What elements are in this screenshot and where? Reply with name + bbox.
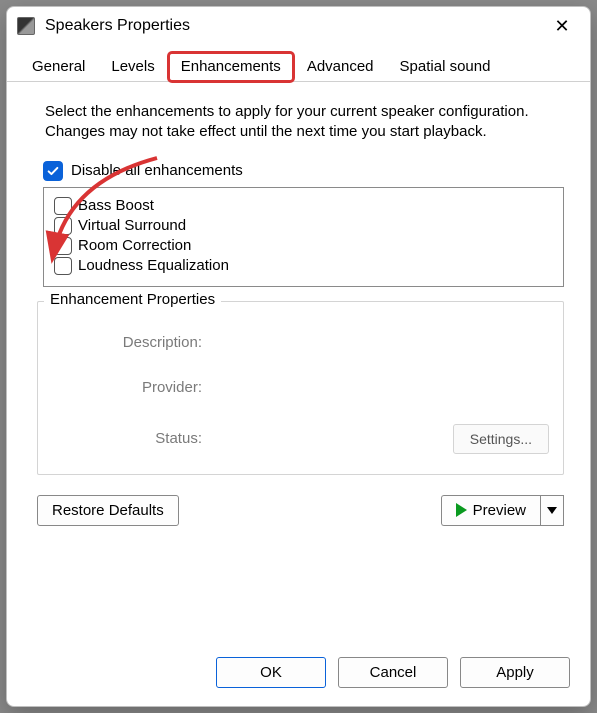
tab-levels[interactable]: Levels (98, 52, 167, 82)
restore-defaults-button[interactable]: Restore Defaults (37, 495, 179, 526)
enhancement-checkbox[interactable] (54, 257, 72, 275)
preview-dropdown-button[interactable] (540, 495, 564, 526)
enhancement-label: Loudness Equalization (78, 257, 229, 274)
speaker-icon (17, 17, 35, 35)
enhancements-list: Bass Boost Virtual Surround Room Correct… (43, 187, 564, 287)
tab-content: Select the enhancements to apply for you… (7, 82, 590, 640)
list-item[interactable]: Virtual Surround (54, 216, 553, 236)
apply-button[interactable]: Apply (460, 657, 570, 688)
property-status-row: Status: Settings... (88, 424, 549, 454)
tab-spatial-sound[interactable]: Spatial sound (387, 52, 504, 82)
play-icon (456, 503, 467, 517)
property-description-row: Description: (88, 334, 549, 351)
checkmark-icon (46, 164, 60, 178)
enhancement-label: Virtual Surround (78, 217, 186, 234)
window-title: Speakers Properties (45, 17, 540, 35)
list-item[interactable]: Bass Boost (54, 196, 553, 216)
list-item[interactable]: Loudness Equalization (54, 256, 553, 276)
close-icon: ✕ (554, 17, 569, 35)
provider-label: Provider: (88, 379, 208, 396)
preview-label: Preview (473, 502, 526, 519)
preview-split-button: Preview (441, 495, 564, 526)
speakers-properties-dialog: Speakers Properties ✕ General Levels Enh… (6, 6, 591, 707)
settings-button[interactable]: Settings... (453, 424, 549, 454)
enhancement-checkbox[interactable] (54, 237, 72, 255)
chevron-down-icon (547, 507, 557, 514)
middle-buttons: Restore Defaults Preview (37, 495, 564, 526)
enhancement-label: Room Correction (78, 237, 191, 254)
enhancement-label: Bass Boost (78, 197, 154, 214)
group-title: Enhancement Properties (44, 291, 221, 308)
close-button[interactable]: ✕ (540, 11, 584, 41)
tab-general[interactable]: General (19, 52, 98, 82)
cancel-button[interactable]: Cancel (338, 657, 448, 688)
dialog-footer: OK Cancel Apply (7, 640, 590, 706)
disable-all-label: Disable all enhancements (71, 162, 243, 179)
tab-advanced[interactable]: Advanced (294, 52, 387, 82)
titlebar: Speakers Properties ✕ (7, 7, 590, 45)
tab-enhancements[interactable]: Enhancements (168, 52, 294, 82)
enhancement-checkbox[interactable] (54, 217, 72, 235)
preview-button[interactable]: Preview (441, 495, 540, 526)
disable-all-row[interactable]: Disable all enhancements (43, 161, 570, 181)
property-provider-row: Provider: (88, 379, 549, 396)
tabstrip: General Levels Enhancements Advanced Spa… (7, 45, 590, 82)
ok-button[interactable]: OK (216, 657, 326, 688)
description-label: Description: (88, 334, 208, 351)
list-item[interactable]: Room Correction (54, 236, 553, 256)
disable-all-checkbox[interactable] (43, 161, 63, 181)
enhancement-properties-group: Enhancement Properties Description: Prov… (37, 301, 564, 475)
intro-text: Select the enhancements to apply for you… (45, 102, 556, 143)
enhancement-checkbox[interactable] (54, 197, 72, 215)
status-label: Status: (88, 430, 208, 447)
